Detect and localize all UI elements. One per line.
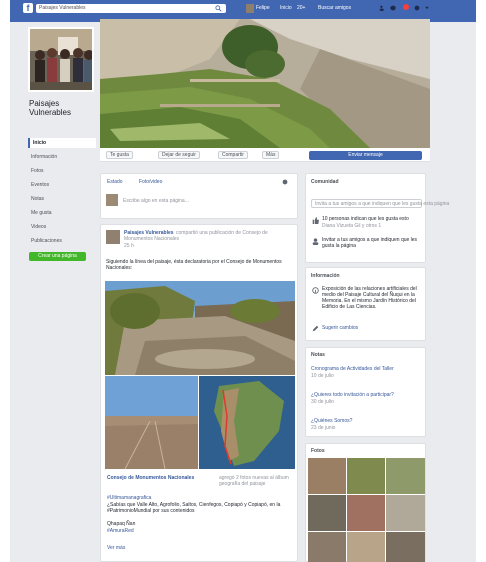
composer-avatar: [106, 194, 118, 206]
photos-title: Fotos: [311, 448, 325, 454]
profile-picture[interactable]: [28, 27, 94, 92]
photos-card: Fotos: [305, 443, 426, 562]
more-button-label: Más: [266, 152, 276, 158]
search-input-value: Paisajes Vulnerables: [39, 5, 86, 11]
search-input[interactable]: Paisajes Vulnerables: [36, 4, 226, 13]
info-icon: [312, 287, 319, 294]
likes-count: 10 personas indican que les gusta esto: [322, 216, 409, 222]
photo-thumb-5[interactable]: [347, 495, 385, 531]
photo-thumb-6[interactable]: [386, 495, 425, 531]
user-avatar[interactable]: [246, 4, 254, 13]
friend-requests-icon[interactable]: [379, 5, 385, 11]
left-nav-info[interactable]: Información: [28, 152, 96, 162]
info-card: Información Exposición de las relaciones…: [305, 267, 426, 341]
post-body-line-2: ¿Sabías que Valle Alto, Agrofolio, Salto…: [107, 502, 281, 514]
post-body-line-3: Qhapaq Ñan: [107, 521, 136, 527]
create-page-button[interactable]: Crear una página: [29, 252, 86, 261]
photo-thumb-2[interactable]: [347, 458, 385, 494]
post-time[interactable]: 25 h: [124, 243, 134, 249]
settings-icon[interactable]: [281, 178, 289, 186]
photo-thumb-4[interactable]: [308, 495, 346, 531]
post-photo-2[interactable]: [105, 376, 198, 469]
invite-friends-field[interactable]: Invita a tus amigos a que indiquen que l…: [311, 199, 449, 208]
note-title-1[interactable]: Cronograma de Actividades del Taller: [311, 366, 394, 372]
left-nav-posts[interactable]: Publicaciones: [28, 236, 96, 246]
composer-tab-photo[interactable]: Foto/video: [139, 179, 162, 185]
edit-icon: [312, 325, 319, 332]
post-author-avatar: [106, 230, 120, 244]
invite-icon: [312, 238, 319, 245]
post-composer: Estado Foto/video Escribe algo en esta p…: [100, 173, 298, 219]
shared-post: Paisajes Vulnerables compartió una publi…: [100, 224, 298, 562]
left-nav-events[interactable]: Eventos: [28, 180, 96, 190]
community-card: Comunidad Invita a tus amigos a que indi…: [305, 173, 449, 263]
unfollow-button[interactable]: Dejar de seguir: [158, 151, 200, 159]
more-button[interactable]: Más: [262, 151, 280, 159]
share-button-label: Compartir: [222, 152, 244, 158]
composer-input[interactable]: Escribe algo en esta página...: [123, 198, 189, 204]
facebook-logo-icon[interactable]: f: [23, 3, 33, 13]
note-title-3[interactable]: ¿Quiénes Somos?: [311, 418, 352, 424]
photo-thumb-8[interactable]: [347, 532, 385, 562]
left-nav-likes[interactable]: Me gusta: [28, 208, 96, 218]
photo-thumb-9[interactable]: [386, 532, 425, 562]
note-date-2: 30 de julio: [311, 399, 334, 405]
suggest-edits-link[interactable]: Sugerir cambios: [322, 325, 358, 331]
thumbs-up-icon: [312, 217, 319, 224]
info-about: Exposición de las relaciones artificiale…: [322, 286, 417, 310]
post-text: Siguiendo la línea del paisaje, ésta dec…: [106, 259, 282, 271]
nav-home-link[interactable]: Inicio: [280, 5, 292, 11]
left-nav-videos[interactable]: Videos: [28, 222, 96, 232]
likes-sub: Diana Vizueta Gil y otros 1: [322, 223, 382, 229]
photo-thumb-1[interactable]: [308, 458, 346, 494]
cover-photo[interactable]: [100, 19, 430, 148]
invite-link[interactable]: Invitar a tus amigos a que indiquen que …: [322, 237, 422, 249]
nav-profile-link[interactable]: Felipe: [256, 5, 270, 11]
photo-thumb-7[interactable]: [308, 532, 346, 562]
post-photo-1[interactable]: [105, 281, 295, 375]
post-meta: compartió una publicación de Consejo de …: [124, 230, 268, 242]
left-nav-notes[interactable]: Notas: [28, 194, 96, 204]
search-icon[interactable]: [215, 5, 222, 12]
post-body-line-1[interactable]: #Ultimamanagrafica: [107, 495, 151, 501]
notes-title: Notas: [311, 352, 325, 358]
like-button[interactable]: Te gusta: [106, 151, 133, 159]
link-meta: agregó 2 fotos nuevas al álbum geografía…: [219, 475, 289, 487]
left-nav-photos[interactable]: Fotos: [28, 166, 96, 176]
note-date-1: 10 de julio: [311, 373, 334, 379]
post-body-line-4[interactable]: #AmuraRed: [107, 528, 134, 534]
community-title: Comunidad: [311, 179, 339, 185]
nav-find-friends-link[interactable]: Buscar amigos: [318, 5, 351, 11]
page-title: Paisajes Vulnerables: [29, 99, 71, 117]
invite-friends-text: Invita a tus amigos a que indiquen que l…: [315, 201, 450, 207]
post-photo-3-map[interactable]: [199, 376, 295, 469]
notes-card: Notas Cronograma de Actividades del Tall…: [305, 347, 426, 437]
like-button-label: Te gusta: [110, 152, 129, 158]
photo-thumb-3[interactable]: [386, 458, 425, 494]
help-icon[interactable]: [414, 5, 420, 11]
share-button[interactable]: Compartir: [218, 151, 248, 159]
nav-home-count: 20+: [297, 5, 306, 11]
composer-tab-status[interactable]: Estado: [107, 179, 123, 185]
send-message-button[interactable]: Enviar mensaje: [309, 151, 422, 160]
note-date-3: 23 de junio: [311, 425, 336, 431]
link-title[interactable]: Consejo de Monumentos Nacionales: [107, 475, 194, 481]
messages-icon[interactable]: [390, 5, 396, 11]
info-title: Información: [311, 273, 340, 279]
note-title-2[interactable]: ¿Quieres todo invitación a participar?: [311, 392, 394, 398]
left-nav-home[interactable]: Inicio: [28, 138, 96, 148]
unfollow-button-label: Dejar de seguir: [162, 152, 196, 158]
see-more-link[interactable]: Ver más: [107, 545, 125, 551]
chevron-down-icon[interactable]: [424, 5, 430, 11]
notification-badge: [403, 4, 409, 10]
